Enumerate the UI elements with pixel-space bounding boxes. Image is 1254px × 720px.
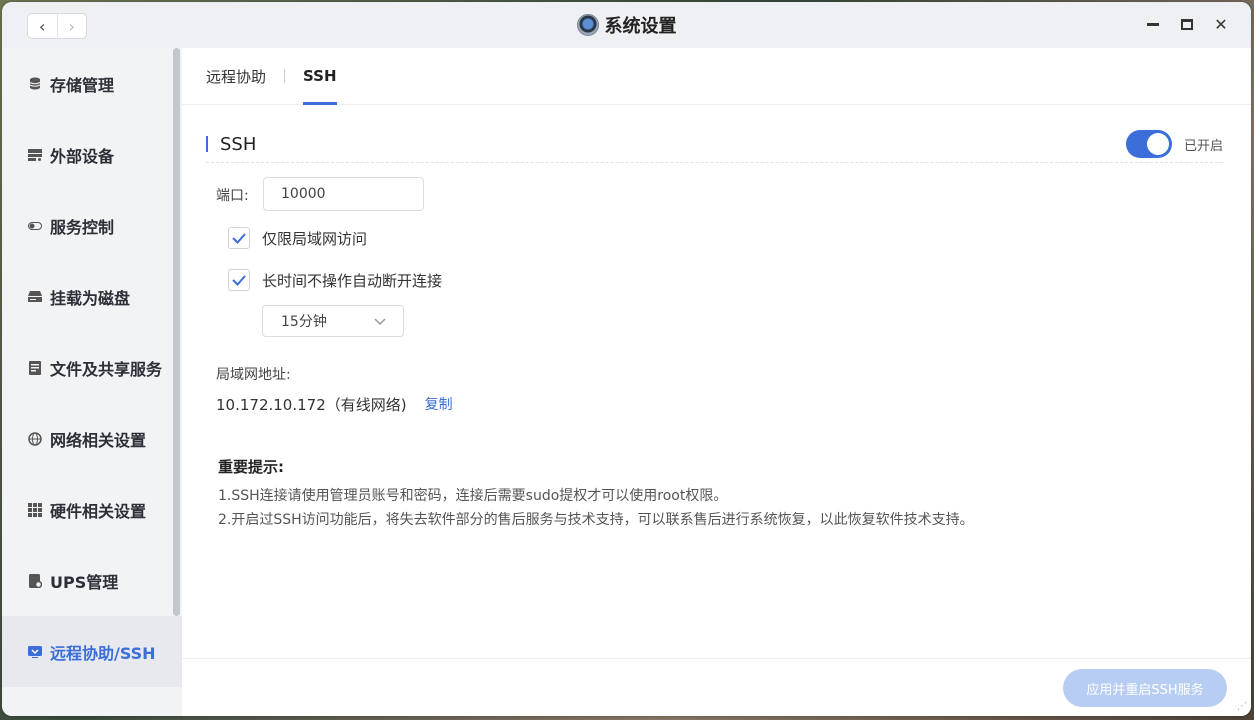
- sidebar-item-label: 服务控制: [50, 217, 115, 237]
- chevron-down-icon: [374, 318, 386, 326]
- remote-icon: [28, 645, 42, 659]
- minimize-button[interactable]: [1145, 14, 1161, 34]
- resize-grip-icon[interactable]: ⋰: [1237, 701, 1247, 712]
- settings-window: ‹ › 系统设置 ✕ 存储管理 外部设备 服务控制 挂载为磁盘 文件及共享服务 …: [2, 2, 1251, 716]
- check-icon: [232, 233, 246, 244]
- sidebar-item-label: 文件及共享服务: [50, 359, 163, 379]
- tab-ssh[interactable]: SSH: [303, 48, 337, 105]
- drive-icon: [28, 290, 42, 304]
- footer-bar: 应用并重启SSH服务 ⋰: [182, 658, 1251, 716]
- window-title-area: 系统设置: [2, 2, 1251, 48]
- sidebar-item-remote-ssh[interactable]: 远程协助/SSH: [2, 616, 182, 687]
- ssh-toggle-group: 已开启: [1125, 130, 1223, 158]
- ups-icon: [28, 573, 42, 588]
- sidebar-item-external-devices[interactable]: 外部设备: [2, 119, 182, 190]
- sidebar-item-hardware[interactable]: 硬件相关设置: [2, 474, 182, 545]
- title-bar: ‹ › 系统设置 ✕: [2, 2, 1251, 48]
- sidebar: 存储管理 外部设备 服务控制 挂载为磁盘 文件及共享服务 网络相关设置 硬件相关…: [2, 48, 182, 716]
- sidebar-item-label: 远程协助/SSH: [50, 643, 156, 663]
- hardware-grid-icon: [28, 502, 42, 517]
- lan-address-row: 10.172.10.172（有线网络) 复制: [216, 394, 453, 415]
- apply-restart-ssh-button[interactable]: 应用并重启SSH服务: [1063, 669, 1227, 707]
- port-label: 端口:: [216, 188, 249, 204]
- sidebar-item-network[interactable]: 网络相关设置: [2, 403, 182, 474]
- nav-buttons: ‹ ›: [27, 13, 87, 39]
- network-icon: [28, 431, 42, 446]
- lan-only-label: 仅限局域网访问: [262, 229, 368, 248]
- sidebar-item-label: 硬件相关设置: [50, 501, 147, 521]
- sidebar-item-label: 存储管理: [50, 75, 115, 95]
- database-icon: [28, 77, 42, 91]
- notice-line: 1.SSH连接请使用管理员账号和密码，连接后需要sudo提权才可以使用root权…: [218, 488, 728, 504]
- back-button[interactable]: ‹: [28, 14, 57, 38]
- lan-only-row: 仅限局域网访问: [228, 227, 367, 249]
- maximize-button[interactable]: [1179, 14, 1195, 34]
- sidebar-item-label: 挂载为磁盘: [50, 288, 131, 308]
- settings-app-icon: [576, 14, 599, 36]
- auto-disconnect-checkbox[interactable]: [228, 269, 250, 291]
- toggle-icon: [28, 219, 42, 233]
- forward-button[interactable]: ›: [56, 14, 87, 38]
- file-share-icon: [28, 360, 42, 375]
- maximize-icon: [1181, 18, 1193, 30]
- toggle-state-label: 已开启: [1183, 138, 1223, 154]
- sidebar-item-label: 网络相关设置: [50, 430, 147, 450]
- sidebar-item-mount-disk[interactable]: 挂载为磁盘: [2, 261, 182, 332]
- ssh-section-header: SSH 已开启: [206, 126, 1223, 163]
- sidebar-item-label: UPS管理: [50, 572, 119, 592]
- tab-divider: [284, 69, 286, 83]
- check-icon: [232, 275, 246, 286]
- sidebar-item-file-share[interactable]: 文件及共享服务: [2, 332, 182, 403]
- notice-title: 重要提示:: [218, 458, 284, 476]
- lan-address-value: 10.172.10.172（有线网络): [216, 396, 407, 414]
- port-input[interactable]: [263, 177, 424, 211]
- sidebar-scrollbar[interactable]: [173, 48, 180, 616]
- sidebar-item-ups[interactable]: UPS管理: [2, 545, 182, 616]
- window-title: 系统设置: [604, 16, 677, 37]
- tab-bar: 远程协助 SSH: [182, 48, 1251, 105]
- section-title: SSH: [220, 133, 257, 155]
- auto-disconnect-label: 长时间不操作自动断开连接: [262, 271, 443, 290]
- timeout-select[interactable]: 15分钟: [262, 305, 404, 337]
- ssh-enable-toggle[interactable]: [1125, 130, 1172, 158]
- lan-address-label: 局域网地址:: [216, 367, 291, 383]
- section-accent-bar: [206, 136, 208, 152]
- tab-remote-assist[interactable]: 远程协助: [206, 48, 266, 105]
- sidebar-item-storage[interactable]: 存储管理: [2, 48, 182, 119]
- sidebar-item-label: 外部设备: [50, 146, 115, 166]
- lan-only-checkbox[interactable]: [228, 227, 250, 249]
- timeout-value: 15分钟: [281, 314, 327, 330]
- auto-disconnect-row: 长时间不操作自动断开连接: [228, 269, 442, 291]
- copy-link[interactable]: 复制: [425, 394, 453, 415]
- close-button[interactable]: ✕: [1213, 14, 1229, 34]
- minimize-icon: [1147, 22, 1159, 26]
- notice-line: 2.开启过SSH访问功能后，将失去软件部分的售后服务与技术支持，可以联系售后进行…: [218, 512, 974, 528]
- window-controls: ✕: [1145, 14, 1229, 34]
- external-device-icon: [28, 148, 42, 162]
- sidebar-item-service-control[interactable]: 服务控制: [2, 190, 182, 261]
- main-panel: 远程协助 SSH SSH 已开启 端口: 仅限局域网访问 长时间不操作自动断开连…: [182, 48, 1251, 716]
